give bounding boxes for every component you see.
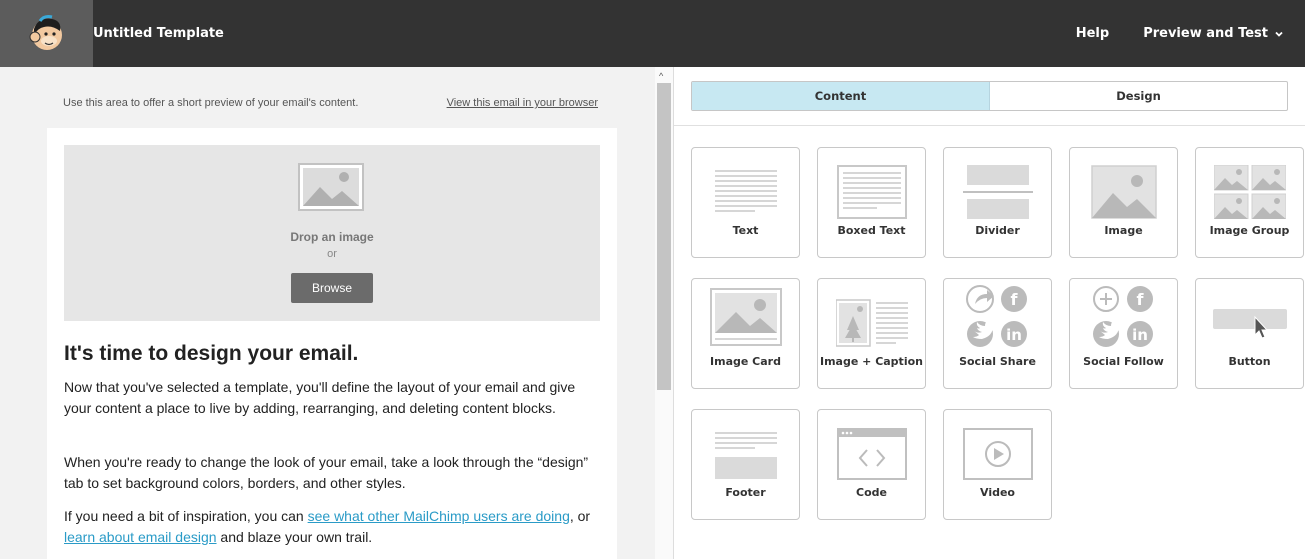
scroll-thumb[interactable] [657,83,671,390]
block-label: Text [732,224,759,237]
email-preview-pane: Use this area to offer a short preview o… [0,67,655,559]
svg-text:in: in [1006,326,1022,344]
email-body: Drop an image or Browse It's time to des… [47,128,617,559]
block-image-caption[interactable]: Image + Caption [817,278,926,389]
p3-text-end: and blaze your own trail. [216,529,373,545]
block-button[interactable]: Button [1195,278,1304,389]
image-card-icon [709,288,782,346]
browse-button[interactable]: Browse [291,273,373,303]
chevron-down-icon [1275,31,1283,37]
block-social-follow[interactable]: f in Social Follow [1069,278,1178,389]
code-icon [836,428,907,480]
email-paragraph-2[interactable]: When you're ready to change the look of … [64,452,604,494]
block-label: Button [1228,355,1271,368]
template-title[interactable]: Untitled Template [93,26,224,41]
image-caption-icon [835,299,908,347]
divider-icon [962,165,1033,219]
video-icon [962,428,1033,480]
block-label: Image Card [710,355,781,368]
block-label: Image [1104,224,1143,237]
block-image[interactable]: Image [1069,147,1178,258]
learn-email-design-link[interactable]: learn about email design [64,529,217,545]
button-icon [1212,309,1287,339]
help-link[interactable]: Help [1076,26,1109,41]
view-in-browser-link[interactable]: View this email in your browser [447,97,598,109]
block-label: Image Group [1209,224,1290,237]
block-image-group[interactable]: Image Group [1195,147,1304,258]
block-label: Divider [975,224,1020,237]
block-label: Code [856,486,887,499]
drop-or-text: or [327,248,337,260]
block-text[interactable]: Text [691,147,800,258]
preview-and-test-label: Preview and Test [1143,26,1268,41]
block-label: Footer [725,486,766,499]
editor-pane: Content Design Text Boxed Text Divider I… [673,67,1305,559]
image-drop-zone[interactable]: Drop an image or Browse [64,145,600,321]
block-divider[interactable]: Divider [943,147,1052,258]
block-footer[interactable]: Footer [691,409,800,520]
block-label: Boxed Text [837,224,906,237]
social-share-icon: f in [965,285,1027,347]
image-group-icon [1213,165,1286,219]
svg-text:f: f [1136,290,1144,309]
image-icon [1090,165,1157,219]
svg-text:in: in [1132,326,1148,344]
drop-image-title: Drop an image [290,230,374,244]
scroll-up-arrow-icon[interactable]: ^ [659,71,663,81]
top-bar: Untitled Template Help Preview and Test [0,0,1305,67]
email-paragraph-3[interactable]: If you need a bit of inspiration, you ca… [64,506,604,548]
block-social-share[interactable]: f in Social Share [943,278,1052,389]
block-label: Social Share [959,355,1036,368]
preview-and-test-menu[interactable]: Preview and Test [1143,26,1283,41]
boxed-text-icon [836,165,907,219]
block-label: Video [980,486,1015,499]
footer-icon [714,432,777,479]
email-headline[interactable]: It's time to design your email. [64,342,358,366]
p3-text-start: If you need a bit of inspiration, you ca… [64,508,308,524]
preview-scrollbar[interactable]: ^ [655,67,673,559]
email-paragraph-1[interactable]: Now that you've selected a template, you… [64,377,604,419]
block-code[interactable]: Code [817,409,926,520]
block-boxed-text[interactable]: Boxed Text [817,147,926,258]
tabs-divider [674,125,1305,126]
preheader: Use this area to offer a short preview o… [63,97,598,109]
social-follow-icon: f in [1092,286,1153,347]
svg-text:f: f [1010,290,1018,309]
image-placeholder-icon [298,163,364,211]
text-icon [714,170,777,212]
tab-content[interactable]: Content [692,82,990,110]
p3-text-mid: , or [569,508,591,524]
editor-tabs: Content Design [691,81,1288,111]
block-label: Image + Caption [820,355,923,368]
block-image-card[interactable]: Image Card [691,278,800,389]
tab-design[interactable]: Design [990,82,1287,110]
mailchimp-logo[interactable] [0,0,93,67]
block-video[interactable]: Video [943,409,1052,520]
preheader-text[interactable]: Use this area to offer a short preview o… [63,97,358,109]
see-other-users-link[interactable]: see what other MailChimp users are doing [308,508,570,524]
block-label: Social Follow [1083,355,1164,368]
monkey-logo-icon [29,14,62,50]
